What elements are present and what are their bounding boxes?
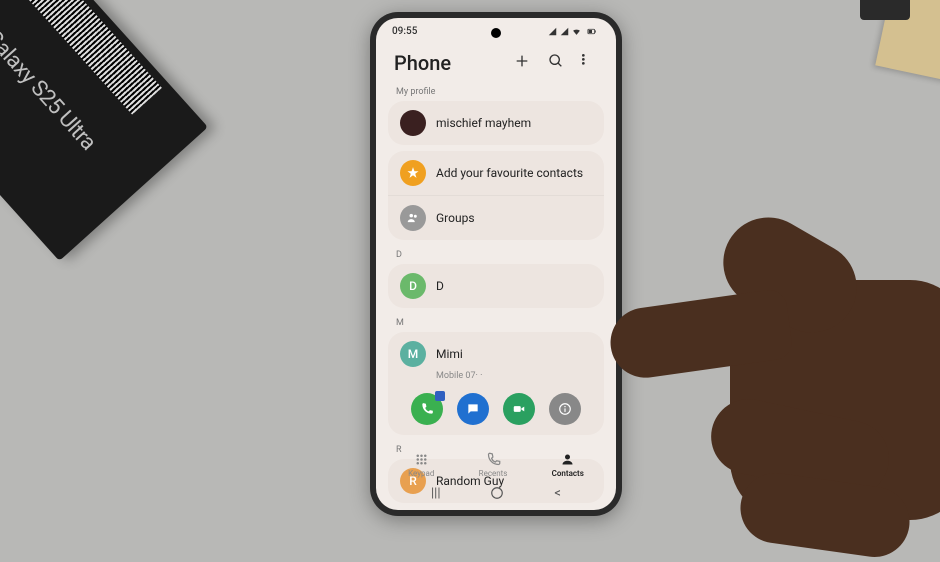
add-button[interactable] — [514, 53, 530, 73]
phone-device: 09:55 Phone — [370, 12, 622, 516]
contact-d[interactable]: D D — [388, 264, 604, 308]
recents-icon — [486, 452, 501, 467]
signal-icon — [548, 27, 557, 36]
contact-avatar-mimi: M — [400, 341, 426, 367]
app-header: Phone — [376, 41, 616, 83]
keypad-icon — [414, 452, 429, 467]
phone-icon — [420, 402, 434, 416]
favourites-label: Add your favourite contacts — [436, 166, 583, 180]
contact-name-mimi: Mimi — [436, 347, 463, 361]
app-title: Phone — [394, 51, 451, 75]
system-nav-bar: ||| < — [376, 486, 616, 504]
star-icon — [400, 160, 426, 186]
camera-punch-hole — [491, 28, 501, 38]
phone-screen: 09:55 Phone — [376, 18, 616, 510]
product-box: Galaxy S25 Ultra — [0, 0, 208, 261]
more-vert-icon — [582, 54, 598, 70]
section-d: D — [376, 246, 616, 264]
nav-keypad-label: Keypad — [408, 469, 434, 478]
status-time: 09:55 — [392, 26, 417, 37]
contact-name-d: D — [436, 279, 444, 293]
nav-recents-system[interactable]: ||| — [431, 486, 441, 504]
my-profile-row[interactable]: mischief mayhem — [388, 101, 604, 145]
nav-recents[interactable]: Recents — [479, 452, 508, 478]
gadget-prop — [860, 0, 910, 20]
nav-keypad[interactable]: Keypad — [408, 452, 434, 478]
info-button[interactable] — [549, 393, 581, 425]
message-icon — [466, 402, 480, 416]
battery-icon — [584, 27, 600, 36]
nav-recents-label: Recents — [479, 469, 508, 478]
wifi-icon — [572, 27, 581, 36]
search-button[interactable] — [548, 53, 564, 73]
contacts-icon — [560, 452, 575, 467]
plus-icon — [514, 53, 530, 69]
search-icon — [548, 53, 564, 69]
groups-avatar — [400, 205, 426, 231]
groups-label: Groups — [436, 211, 475, 225]
info-icon — [558, 402, 572, 416]
sim-badge — [435, 391, 445, 401]
section-my-profile: My profile — [376, 83, 616, 101]
signal-icon — [560, 27, 569, 36]
status-indicators — [548, 27, 600, 36]
nav-contacts[interactable]: Contacts — [552, 452, 584, 478]
contact-actions — [388, 385, 604, 435]
nav-back-system[interactable]: < — [554, 486, 561, 504]
video-icon — [512, 402, 526, 416]
contact-mimi[interactable]: M Mimi — [388, 332, 604, 369]
contact-avatar-d: D — [400, 273, 426, 299]
message-button[interactable] — [457, 393, 489, 425]
groups-row[interactable]: Groups — [388, 195, 604, 240]
section-m: M — [376, 314, 616, 332]
hand-illustration — [590, 200, 940, 520]
contact-detail-mimi: Mobile 07· · — [436, 371, 604, 381]
call-button[interactable] — [411, 393, 443, 425]
home-circle-icon — [490, 486, 504, 500]
profile-avatar — [400, 110, 426, 136]
profile-name: mischief mayhem — [436, 116, 531, 130]
favourites-row[interactable]: Add your favourite contacts — [388, 151, 604, 195]
video-call-button[interactable] — [503, 393, 535, 425]
more-options-button[interactable] — [582, 54, 598, 73]
nav-home-system[interactable] — [490, 486, 504, 504]
nav-contacts-label: Contacts — [552, 469, 584, 478]
bottom-nav: Keypad Recents Contacts — [376, 446, 616, 484]
